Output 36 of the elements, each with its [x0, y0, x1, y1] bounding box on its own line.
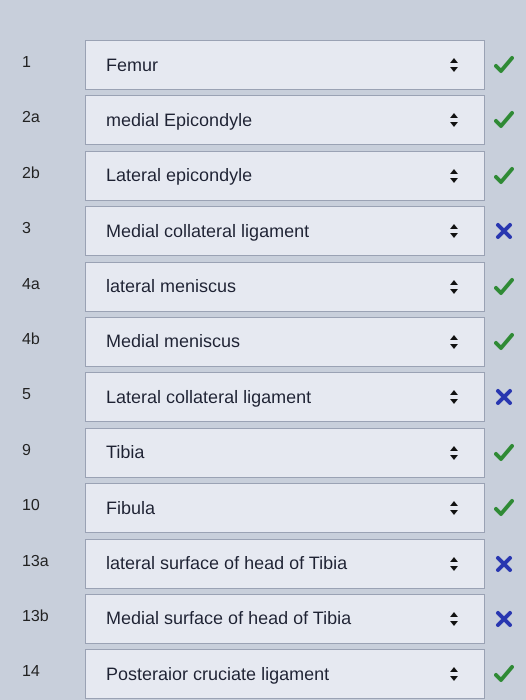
up-down-caret-icon	[450, 667, 458, 682]
answer-dropdown[interactable]: Tibia	[85, 428, 485, 478]
up-down-caret-icon	[450, 168, 458, 183]
answer-dropdown[interactable]: Medial meniscus	[85, 316, 485, 367]
question-number: 13b	[21, 606, 50, 626]
answer-dropdown[interactable]: Fibula	[85, 483, 485, 534]
question-number: 4b	[21, 330, 41, 349]
question-number: 14	[21, 662, 41, 682]
up-down-caret-icon	[450, 612, 458, 626]
question-number: 9	[21, 440, 32, 460]
up-down-caret-icon	[450, 224, 458, 238]
answer-dropdown[interactable]: Medial surface of head of Tibia	[85, 594, 485, 644]
up-down-caret-icon	[450, 280, 458, 294]
question-number: 10	[21, 496, 41, 516]
question-number: 13a	[21, 552, 50, 571]
up-down-caret-icon	[450, 556, 458, 571]
answer-dropdown[interactable]: Lateral epicondyle	[85, 150, 485, 201]
up-down-caret-icon	[450, 501, 458, 516]
question-number: 1	[21, 53, 32, 72]
question-number: 2b	[21, 164, 41, 183]
answer-dropdown[interactable]: Femur	[85, 40, 485, 90]
answer-dropdown[interactable]: medial Epicondyle	[85, 95, 485, 146]
answer-dropdown[interactable]: Posteraior cruciate ligament	[85, 649, 485, 700]
answer-dropdown[interactable]: Medial collateral ligament	[85, 206, 485, 256]
question-number: 4a	[21, 274, 41, 294]
question-number: 2a	[21, 108, 41, 128]
question-number: 3	[21, 219, 32, 238]
up-down-caret-icon	[450, 58, 458, 72]
up-down-caret-icon	[450, 334, 458, 349]
answer-dropdown[interactable]: lateral meniscus	[85, 262, 485, 312]
up-down-caret-icon	[450, 113, 458, 128]
answer-dropdown[interactable]: lateral surface of head of Tibia	[85, 538, 485, 589]
up-down-caret-icon	[450, 446, 458, 460]
question-number: 5	[21, 385, 32, 404]
answer-dropdown[interactable]: Lateral collateral ligament	[85, 372, 485, 422]
up-down-caret-icon	[450, 390, 458, 404]
